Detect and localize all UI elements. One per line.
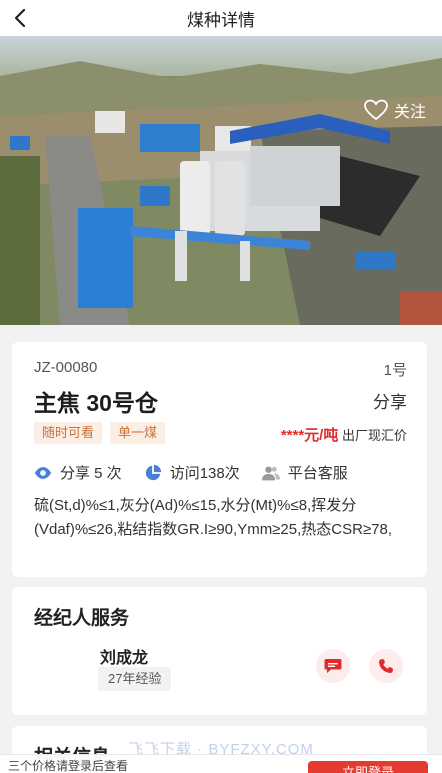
tag-single-coal: 单一煤 <box>110 422 166 444</box>
product-spec: 硫(St,d)%≤1,灰分(Ad)%≤15,水分(Mt)%≤8,挥发分(Vdaf… <box>34 497 393 538</box>
product-index: 1号 <box>383 362 407 379</box>
product-name: 主焦 30号仓 <box>34 390 158 416</box>
stat-share: 分享 5 次 <box>34 462 122 483</box>
broker-experience: 27年经验 <box>98 667 172 691</box>
top-bar: 煤种详情 <box>0 0 442 36</box>
call-button[interactable] <box>369 649 403 683</box>
stat-service-label: 平台客服 <box>287 465 348 482</box>
users-icon <box>261 465 280 480</box>
message-button[interactable] <box>316 649 350 683</box>
back-button[interactable] <box>6 4 34 32</box>
pie-chart-icon <box>145 464 161 480</box>
broker-name: 刘成龙 <box>100 650 149 667</box>
tag-viewable: 随时可看 <box>34 422 103 444</box>
follow-button[interactable]: 关注 <box>364 98 426 122</box>
stat-share-label: 分享 5 次 <box>60 465 122 482</box>
page-title: 煤种详情 <box>187 10 255 30</box>
login-button[interactable]: 立即登录 <box>308 761 428 773</box>
stat-service[interactable]: 平台客服 <box>261 462 348 483</box>
product-code: JZ-00080 <box>34 359 98 376</box>
broker-card: 经纪人服务 刘成龙 27年经验 <box>12 587 427 715</box>
price: ****元/吨 出厂现汇价 <box>281 424 407 445</box>
price-value: ****元/吨 <box>280 427 339 444</box>
price-note: 出厂现汇价 <box>341 428 407 443</box>
share-button[interactable]: 分享 <box>373 388 407 413</box>
phone-icon <box>379 659 393 673</box>
stat-visits-label: 访问138次 <box>169 465 240 482</box>
heart-outline-icon <box>364 99 388 121</box>
chevron-left-icon <box>14 8 26 28</box>
stat-visits: 访问138次 <box>144 462 240 483</box>
chat-icon <box>324 659 342 673</box>
product-card: JZ-00080 1号 主焦 30号仓 分享 随时可看 单一煤 ****元/吨 … <box>12 342 427 577</box>
stats-row: 分享 5 次 访问138次 平台客服 <box>34 462 370 483</box>
eye-icon <box>34 466 52 479</box>
broker-section-title: 经纪人服务 <box>34 608 130 629</box>
hero-image: 关注 <box>0 36 442 325</box>
login-notice: 三个价格请登录后查看 <box>8 759 129 773</box>
follow-label: 关注 <box>393 104 426 121</box>
